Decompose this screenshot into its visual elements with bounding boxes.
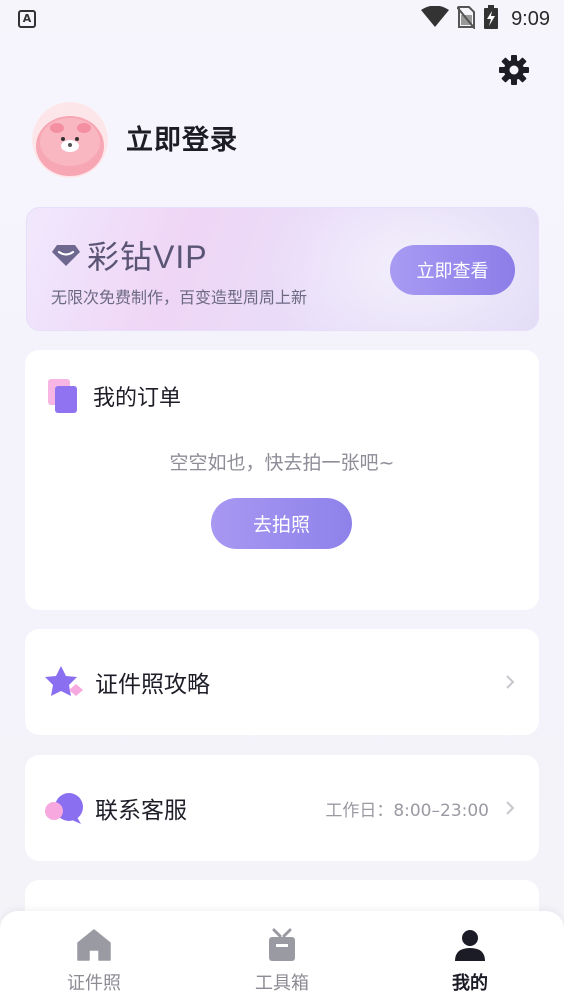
home-icon: [76, 927, 112, 963]
orders-title: 我的订单: [93, 386, 182, 411]
orders-card: 我的订单 空空如也，快去拍一张吧~ 去拍照: [25, 350, 539, 610]
toolbox-icon: [264, 927, 300, 963]
service-hours: 工作日：8:00–23:00: [325, 800, 489, 821]
login-link[interactable]: 立即登录: [126, 118, 238, 157]
take-photo-button[interactable]: 去拍照: [211, 498, 352, 549]
nav-toolbox[interactable]: 工具箱: [188, 911, 376, 1002]
menu-item-label: 证件照攻略: [95, 672, 210, 698]
vip-view-button[interactable]: 立即查看: [390, 245, 515, 295]
diamond-icon: [51, 243, 81, 267]
nav-label: 我的: [452, 973, 488, 994]
menu-item-customer-service[interactable]: 联系客服 工作日：8:00–23:00: [25, 755, 539, 861]
no-sim-icon: [456, 5, 476, 33]
gear-icon: [498, 54, 530, 90]
vip-card[interactable]: 彩钻VIP 无限次免费制作，百变造型周周上新 立即查看: [26, 207, 539, 331]
nav-mine[interactable]: 我的: [376, 911, 564, 1002]
nav-id-photo[interactable]: 证件照: [0, 911, 188, 1002]
star-icon: [43, 661, 85, 703]
nav-label: 工具箱: [255, 973, 309, 994]
person-icon: [452, 927, 488, 963]
app-notification-icon: A: [18, 10, 36, 28]
settings-button[interactable]: [496, 54, 532, 90]
status-bar: A 9:09: [0, 0, 564, 40]
orders-empty-text: 空空如也，快去拍一张吧~: [169, 452, 395, 474]
chat-icon: [43, 787, 85, 829]
bottom-nav: 证件照 工具箱 我的: [0, 911, 564, 1002]
vip-title: 彩钻VIP: [87, 239, 208, 275]
order-icon: [47, 378, 79, 414]
chevron-right-icon: [503, 675, 517, 689]
wifi-icon: [421, 5, 450, 32]
menu-item-photo-guide[interactable]: 证件照攻略: [25, 629, 539, 735]
avatar[interactable]: [32, 102, 108, 178]
chevron-right-icon: [503, 801, 517, 815]
battery-charging-icon: [483, 5, 499, 33]
vip-subtitle: 无限次免费制作，百变造型周周上新: [51, 288, 308, 307]
nav-label: 证件照: [67, 973, 121, 994]
clock: 9:09: [511, 7, 550, 30]
menu-item-label: 联系客服: [95, 798, 187, 824]
